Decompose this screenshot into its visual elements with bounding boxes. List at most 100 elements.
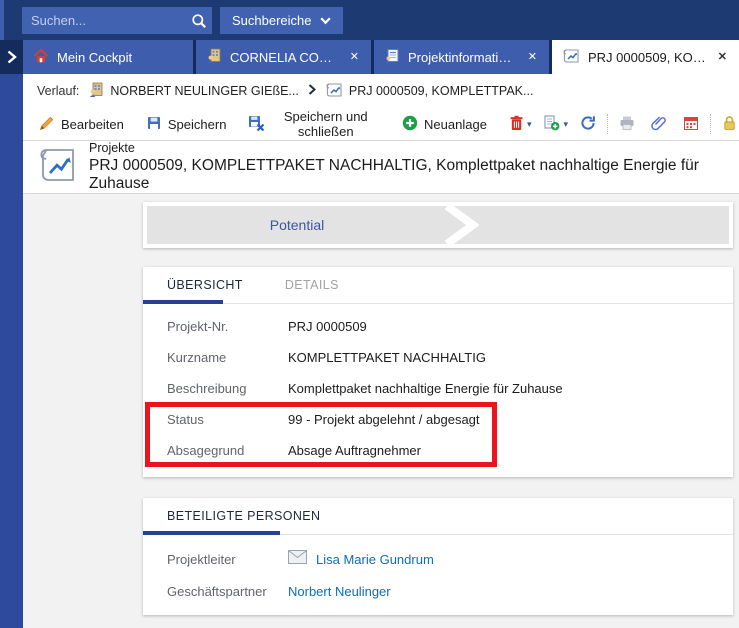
field-row-geschaeftspartner: Geschäftspartner Norbert Neulinger xyxy=(143,575,733,607)
attachment-button[interactable] xyxy=(649,112,669,137)
field-label: Projektleiter xyxy=(167,552,288,567)
save-button[interactable]: Speichern xyxy=(144,111,229,138)
tab-details[interactable]: DETAILS xyxy=(285,278,339,292)
button-label: Neuanlage xyxy=(424,117,487,132)
breadcrumb-text: NORBERT NEULINGER GIEßE... xyxy=(110,84,298,98)
close-icon[interactable] xyxy=(716,50,729,65)
field-label: Beschreibung xyxy=(167,381,288,396)
refresh-icon xyxy=(580,115,596,134)
print-icon xyxy=(619,115,635,134)
contact-icon xyxy=(88,82,104,101)
tab-projektinformationen[interactable]: Projektinformatione... xyxy=(374,40,549,74)
search-input[interactable] xyxy=(22,13,186,28)
person-link[interactable]: Lisa Marie Gundrum xyxy=(316,552,434,567)
save-close-icon xyxy=(248,115,265,134)
chevron-down-icon xyxy=(320,13,331,28)
lock-button[interactable] xyxy=(720,112,739,137)
report-icon xyxy=(384,48,400,67)
chevron-right-icon xyxy=(6,50,18,64)
breadcrumb: Verlauf: NORBERT NEULINGER GIEßE... PRJ … xyxy=(23,74,739,108)
tab-bar: Mein Cockpit CORNELIA COMPLE... Projekti… xyxy=(0,40,739,74)
tab-label: Mein Cockpit xyxy=(57,50,183,65)
copy-dropdown-caret[interactable] xyxy=(562,117,569,132)
delete-button[interactable] xyxy=(507,112,526,137)
phase-banner[interactable]: Potential xyxy=(143,202,733,248)
toolbar: Bearbeiten Speichern Speichern und schli… xyxy=(23,108,739,141)
project-icon xyxy=(325,82,343,101)
breadcrumb-item-contact[interactable]: NORBERT NEULINGER GIEßE... xyxy=(88,82,298,101)
tab-mein-cockpit[interactable]: Mein Cockpit xyxy=(23,40,193,74)
content-area: Potential ÜBERSICHT DETAILS Projekt-Nr. … xyxy=(23,194,739,628)
copy-button[interactable] xyxy=(541,112,562,137)
calendar-button[interactable] xyxy=(681,112,701,137)
save-close-button[interactable]: Speichern und schließen xyxy=(246,105,382,143)
card-tab-bar: BETEILIGTE PERSONEN xyxy=(143,498,733,535)
mail-icon[interactable] xyxy=(288,550,307,569)
search-scope-button[interactable]: Suchbereiche xyxy=(220,7,343,34)
delete-dropdown-caret[interactable] xyxy=(526,117,533,132)
tab-label: Projektinformatione... xyxy=(408,50,518,65)
lock-icon xyxy=(722,115,737,134)
search-icon[interactable] xyxy=(186,7,212,34)
phase-chevron-icon xyxy=(443,206,479,244)
contact-icon xyxy=(206,48,222,67)
search-scope-label: Suchbereiche xyxy=(232,13,312,28)
card-tab-bar: ÜBERSICHT DETAILS xyxy=(143,267,733,304)
close-icon[interactable] xyxy=(348,50,361,65)
field-row-absagegrund: Absagegrund Absage Auftragnehmer xyxy=(143,435,733,466)
delete-icon xyxy=(509,115,524,134)
field-label: Absagegrund xyxy=(167,443,288,458)
button-label: Bearbeiten xyxy=(61,117,124,132)
person-link[interactable]: Norbert Neulinger xyxy=(288,584,391,599)
field-label: Status xyxy=(167,412,288,427)
field-value: 99 - Projekt abgelehnt / abgesagt xyxy=(288,412,480,427)
record-type-label: Projekte xyxy=(89,141,739,155)
tab-prj-0000509[interactable]: PRJ 0000509, KOMPL... xyxy=(552,40,739,74)
record-header: Projekte PRJ 0000509, KOMPLETTPAKET NACH… xyxy=(23,141,739,194)
overview-card: ÜBERSICHT DETAILS Projekt-Nr. PRJ 000050… xyxy=(143,267,733,477)
calendar-icon xyxy=(683,115,699,134)
tab-cornelia-contact[interactable]: CORNELIA COMPLE... xyxy=(196,40,371,74)
field-value: Absage Auftragnehmer xyxy=(288,443,421,458)
close-icon[interactable] xyxy=(526,50,539,65)
new-record-button[interactable]: Neuanlage xyxy=(400,111,489,138)
field-list: Projektleiter Lisa Marie Gundrum Geschäf… xyxy=(143,535,733,607)
project-icon xyxy=(37,146,77,189)
breadcrumb-label: Verlauf: xyxy=(37,84,79,98)
tab-label: CORNELIA COMPLE... xyxy=(230,50,340,65)
expand-panel-button[interactable] xyxy=(0,40,23,74)
pencil-icon xyxy=(39,115,55,134)
save-icon xyxy=(146,115,162,134)
field-value: Komplettpaket nachhaltige Energie für Zu… xyxy=(288,381,563,396)
refresh-button[interactable] xyxy=(578,112,598,137)
page-title: PRJ 0000509, KOMPLETTPAKET NACHHALTIG, K… xyxy=(89,157,739,193)
copy-add-icon xyxy=(543,115,560,134)
add-icon xyxy=(402,115,418,134)
home-icon xyxy=(33,48,49,67)
tab-beteiligte-personen[interactable]: BETEILIGTE PERSONEN xyxy=(167,509,320,523)
persons-card: BETEILIGTE PERSONEN Projektleiter Lisa M… xyxy=(143,498,733,615)
phase-banner-track: Potential xyxy=(147,206,729,244)
print-button[interactable] xyxy=(617,112,637,137)
tab-uebersicht[interactable]: ÜBERSICHT xyxy=(167,278,243,292)
field-label: Kurzname xyxy=(167,350,288,365)
topbar: Suchbereiche xyxy=(0,0,739,40)
edit-button[interactable]: Bearbeiten xyxy=(37,111,126,138)
active-tab-underline xyxy=(143,531,280,535)
field-row: Beschreibung Komplettpaket nachhaltige E… xyxy=(143,373,733,404)
breadcrumb-item-project[interactable]: PRJ 0000509, KOMPLETTPAK... xyxy=(325,82,534,101)
field-value: KOMPLETTPAKET NACHHALTIG xyxy=(288,350,486,365)
field-label: Geschäftspartner xyxy=(167,584,288,599)
breadcrumb-text: PRJ 0000509, KOMPLETTPAK... xyxy=(349,84,534,98)
left-edge-strip xyxy=(0,74,23,628)
field-row: Kurzname KOMPLETTPAKET NACHHALTIG xyxy=(143,342,733,373)
search-box[interactable] xyxy=(22,7,212,34)
toolbar-separator xyxy=(607,114,608,134)
field-row-projektleiter: Projektleiter Lisa Marie Gundrum xyxy=(143,543,733,575)
field-value: PRJ 0000509 xyxy=(288,319,367,334)
field-row-status: Status 99 - Projekt abgelehnt / abgesagt xyxy=(143,404,733,435)
button-label: Speichern xyxy=(168,117,227,132)
tab-label: PRJ 0000509, KOMPL... xyxy=(588,50,708,65)
button-label: Speichern und schließen xyxy=(271,109,380,139)
phase-label: Potential xyxy=(147,206,447,244)
